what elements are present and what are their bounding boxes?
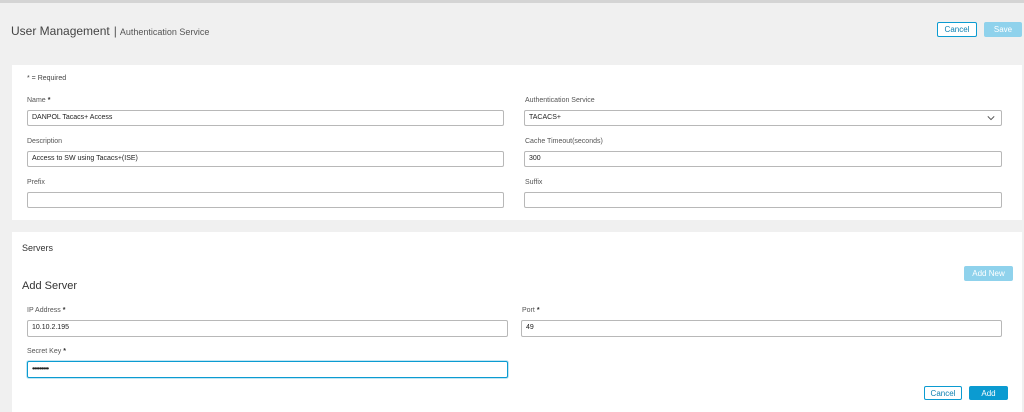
port-field[interactable]: 49 (521, 320, 1002, 337)
name-required-marker: * (47, 97, 51, 104)
prefix-label: Prefix (27, 179, 45, 186)
ip-address-label-text: IP Address (27, 307, 61, 314)
server-cancel-button[interactable]: Cancel (924, 386, 962, 400)
ip-address-label: IP Address * (27, 307, 65, 314)
chevron-down-icon (987, 116, 995, 121)
page-subtitle: Authentication Service (119, 27, 210, 37)
port-label-text: Port (522, 307, 535, 314)
add-server-title: Add Server (22, 280, 78, 292)
suffix-label: Suffix (525, 179, 543, 186)
name-label-text: Name (27, 97, 46, 104)
ip-address-field[interactable]: 10.10.2.195 (27, 320, 508, 337)
name-field[interactable]: DANPOL Tacacs+ Access (27, 110, 504, 126)
auth-service-value: TACACS+ (529, 114, 561, 121)
name-label: Name * (27, 97, 50, 104)
required-note: * = Required (27, 75, 67, 82)
page-title-main: User Management (11, 24, 110, 38)
auth-service-select[interactable]: TACACS+ (524, 110, 1002, 126)
description-field[interactable]: Access to SW using Tacacs+(ISE) (27, 151, 504, 167)
server-add-button[interactable]: Add (969, 386, 1008, 400)
cache-timeout-field[interactable]: 300 (524, 151, 1002, 167)
header-cancel-button[interactable]: Cancel (937, 22, 977, 37)
auth-service-label: Authentication Service (525, 97, 595, 104)
add-new-button[interactable]: Add New (964, 266, 1013, 281)
suffix-field[interactable] (524, 192, 1002, 208)
prefix-field[interactable] (27, 192, 504, 208)
page-header: User Management | Authentication Service (0, 3, 1024, 61)
ip-required-marker: * (62, 307, 66, 314)
secret-key-label-text: Secret Key (27, 348, 62, 355)
port-label: Port * (522, 307, 540, 314)
title-separator: | (113, 24, 117, 38)
secret-required-marker: * (63, 348, 66, 355)
servers-title: Servers (22, 243, 54, 253)
header-save-button[interactable]: Save (984, 22, 1022, 37)
description-label: Description (27, 138, 63, 145)
secret-key-field[interactable]: ••••••••• (27, 361, 508, 378)
page-title: User Management | Authentication Service (11, 24, 209, 38)
secret-key-label: Secret Key * (27, 348, 66, 355)
cache-timeout-label: Cache Timeout(seconds) (525, 138, 603, 145)
port-required-marker: * (536, 307, 540, 314)
